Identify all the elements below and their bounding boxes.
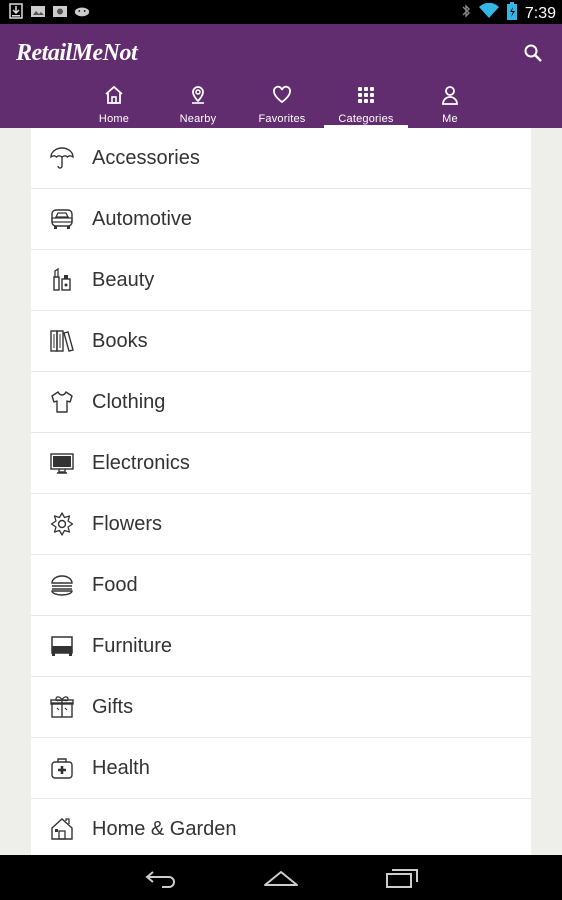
map-pin-icon — [187, 84, 209, 106]
category-furniture[interactable]: Furniture — [31, 616, 531, 677]
category-label: Automotive — [92, 207, 193, 230]
category-list: Accessories Automotive Beauty Books Clot… — [31, 128, 531, 855]
back-button[interactable] — [143, 865, 179, 891]
car-icon — [48, 205, 76, 233]
tab-label: Favorites — [258, 113, 306, 125]
category-home-garden[interactable]: Home & Garden — [31, 799, 531, 855]
category-accessories[interactable]: Accessories — [31, 128, 531, 189]
umbrella-icon — [48, 144, 76, 172]
category-gifts[interactable]: Gifts — [31, 677, 531, 738]
books-icon — [48, 327, 76, 355]
category-label: Home & Garden — [92, 817, 237, 840]
category-automotive[interactable]: Automotive — [31, 189, 531, 250]
status-bar: 7:39 — [0, 0, 562, 24]
house-icon — [48, 815, 76, 843]
category-label: Beauty — [92, 268, 155, 291]
category-electronics[interactable]: Electronics — [31, 433, 531, 494]
category-label: Food — [92, 573, 138, 596]
tab-label: Nearby — [179, 113, 217, 125]
download-icon — [8, 3, 24, 19]
tab-bar: Home Nearby Favorites Categories Me — [72, 80, 492, 128]
tab-categories[interactable]: Categories — [324, 80, 408, 128]
tab-label: Home — [98, 113, 130, 125]
category-label: Health — [92, 756, 150, 779]
tab-label: Me — [442, 113, 458, 125]
system-icons: 7:39 — [461, 2, 556, 25]
person-icon — [439, 84, 461, 106]
lipstick-icon — [48, 266, 76, 294]
wifi-icon — [478, 2, 499, 24]
category-food[interactable]: Food — [31, 555, 531, 616]
burger-icon — [48, 571, 76, 599]
category-label: Gifts — [92, 695, 134, 718]
category-label: Flowers — [92, 512, 163, 535]
first-aid-icon — [48, 754, 76, 782]
category-flowers[interactable]: Flowers — [31, 494, 531, 555]
category-health[interactable]: Health — [31, 738, 531, 799]
category-label: Electronics — [92, 451, 190, 474]
category-label: Books — [92, 329, 148, 352]
search-icon — [524, 44, 542, 62]
shirt-icon — [48, 388, 76, 416]
heart-icon — [271, 84, 293, 106]
notification-icons — [8, 3, 90, 19]
grid-icon — [355, 84, 377, 106]
home-button[interactable] — [263, 865, 299, 891]
battery-icon — [506, 2, 517, 25]
android-icon — [74, 3, 90, 19]
home-icon — [103, 84, 125, 106]
category-label: Clothing — [92, 390, 166, 413]
clock: 7:39 — [524, 4, 556, 22]
tab-me[interactable]: Me — [408, 80, 492, 128]
recents-icon — [386, 869, 418, 888]
tab-home[interactable]: Home — [72, 80, 156, 128]
bluetooth-icon — [461, 3, 471, 24]
app-bar: RetailMeNot Home Nearby Favorites Catego… — [0, 24, 562, 128]
category-label: Furniture — [92, 634, 173, 657]
flower-icon — [48, 510, 76, 538]
search-button[interactable] — [522, 42, 544, 64]
app-logo: RetailMeNot — [16, 40, 138, 66]
category-clothing[interactable]: Clothing — [31, 372, 531, 433]
category-books[interactable]: Books — [31, 311, 531, 372]
monitor-icon — [48, 449, 76, 477]
tab-favorites[interactable]: Favorites — [240, 80, 324, 128]
category-beauty[interactable]: Beauty — [31, 250, 531, 311]
gift-icon — [48, 693, 76, 721]
photo-icon — [52, 3, 68, 19]
home-icon — [264, 871, 298, 886]
tab-label: Categories — [338, 113, 394, 125]
back-icon — [145, 871, 175, 888]
photo-icon — [30, 3, 46, 19]
system-nav-bar — [0, 855, 562, 900]
tab-nearby[interactable]: Nearby — [156, 80, 240, 128]
recents-button[interactable] — [384, 865, 420, 891]
category-label: Accessories — [92, 146, 200, 169]
furniture-icon — [48, 632, 76, 660]
